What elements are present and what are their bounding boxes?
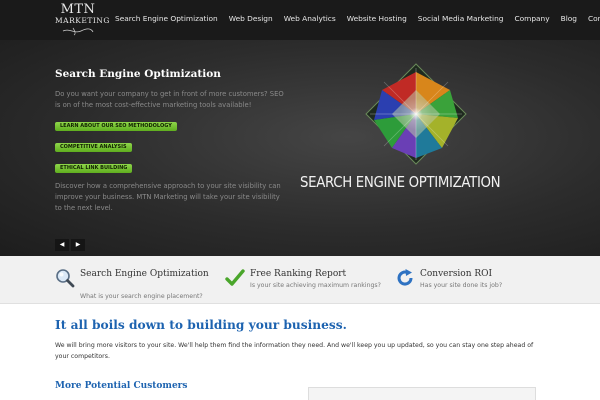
nav-contact[interactable]: Contact <box>588 14 600 23</box>
nav-blog[interactable]: Blog <box>561 14 577 23</box>
main-heading: It all boils down to building your busin… <box>55 318 347 332</box>
site-header: MTN MARKETING Search Engine Optimization… <box>0 0 600 40</box>
nav-company[interactable]: Company <box>514 14 549 23</box>
competitive-analysis-button[interactable]: COMPETITIVE ANALYSIS <box>55 143 132 152</box>
nav-website-hosting[interactable]: Website Hosting <box>347 14 407 23</box>
hero-graphic-caption: SEARCH ENGINE OPTIMIZATION <box>300 173 501 191</box>
seo-methodology-button[interactable]: LEARN ABOUT OUR SEO METHODOLOGY <box>55 122 177 131</box>
logo-text-mtn: MTN <box>60 2 96 17</box>
refresh-icon <box>397 269 413 286</box>
feature-subtitle: Is your site achieving maximum rankings? <box>250 282 381 289</box>
feature-subtitle: Has your site done its job? <box>420 282 503 289</box>
main-intro-text: We will bring more visitors to your site… <box>55 342 534 360</box>
hero-intro-text: Do you want your company to get in front… <box>55 90 284 109</box>
logo-swash-icon <box>62 27 94 36</box>
nav-web-analytics[interactable]: Web Analytics <box>284 14 336 23</box>
more-customers-heading: More Potential Customers <box>55 381 188 391</box>
hero-title: Search Engine Optimization <box>55 68 221 80</box>
seo-gem-icon <box>365 63 467 165</box>
nav-web-design[interactable]: Web Design <box>229 14 273 23</box>
nav-seo[interactable]: Search Engine Optimization <box>115 14 218 23</box>
hero-slider: Search Engine Optimization Do you want y… <box>0 40 600 256</box>
feature-title: Search Engine Optimization <box>80 269 209 279</box>
ethical-link-building-button[interactable]: ETHICAL LINK BUILDING <box>55 164 133 173</box>
feature-subtitle: What is your search engine placement? <box>80 293 203 300</box>
feature-title: Free Ranking Report <box>250 269 347 279</box>
sidebar-box <box>308 387 536 400</box>
nav-social-media-marketing[interactable]: Social Media Marketing <box>418 14 504 23</box>
magnifier-icon <box>56 269 75 288</box>
main-nav: Search Engine Optimization Web Design We… <box>115 14 600 23</box>
slider-controls: ◀ ▶ <box>55 239 87 251</box>
feature-title: Conversion ROI <box>420 269 493 279</box>
logo[interactable]: MTN MARKETING <box>55 2 110 37</box>
hero-detail-text: Discover how a comprehensive approach to… <box>55 182 281 212</box>
logo-text-marketing: MARKETING <box>55 16 110 25</box>
checkmark-icon <box>225 269 245 286</box>
features-strip: Search Engine Optimization What is your … <box>0 256 600 304</box>
slider-prev-button[interactable]: ◀ <box>55 239 69 251</box>
slider-next-button[interactable]: ▶ <box>71 239 85 251</box>
